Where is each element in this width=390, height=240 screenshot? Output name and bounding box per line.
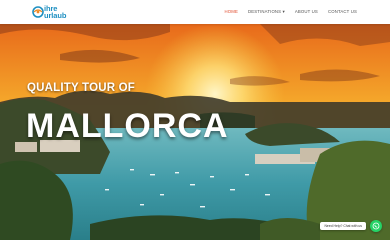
globe-logo-icon xyxy=(32,6,44,18)
whatsapp-icon[interactable] xyxy=(370,220,382,232)
hero-subtitle: QUALITY TOUR OF xyxy=(27,82,135,94)
top-navbar: ihre urlaub HOME DESTINATIONS ▾ ABOUT US… xyxy=(0,0,390,24)
brand-wordmark: ihre urlaub xyxy=(44,5,67,20)
brand-line2: urlaub xyxy=(44,11,67,20)
chat-prompt[interactable]: Need Help? Chat with us xyxy=(320,222,366,230)
main-nav: HOME DESTINATIONS ▾ ABOUT US CONTACT US xyxy=(224,9,357,15)
nav-destinations[interactable]: DESTINATIONS ▾ xyxy=(248,9,285,15)
brand-logo[interactable]: ihre urlaub xyxy=(32,3,80,21)
chat-widget[interactable]: Need Help? Chat with us xyxy=(320,220,382,232)
nav-about-us[interactable]: ABOUT US xyxy=(295,9,318,15)
phone-glyph-icon xyxy=(372,222,380,230)
nav-contact-us[interactable]: CONTACT US xyxy=(328,9,357,15)
hero-title: MALLORCA xyxy=(26,107,229,145)
hero-banner: QUALITY TOUR OF MALLORCA xyxy=(0,24,390,240)
nav-home[interactable]: HOME xyxy=(224,9,238,15)
